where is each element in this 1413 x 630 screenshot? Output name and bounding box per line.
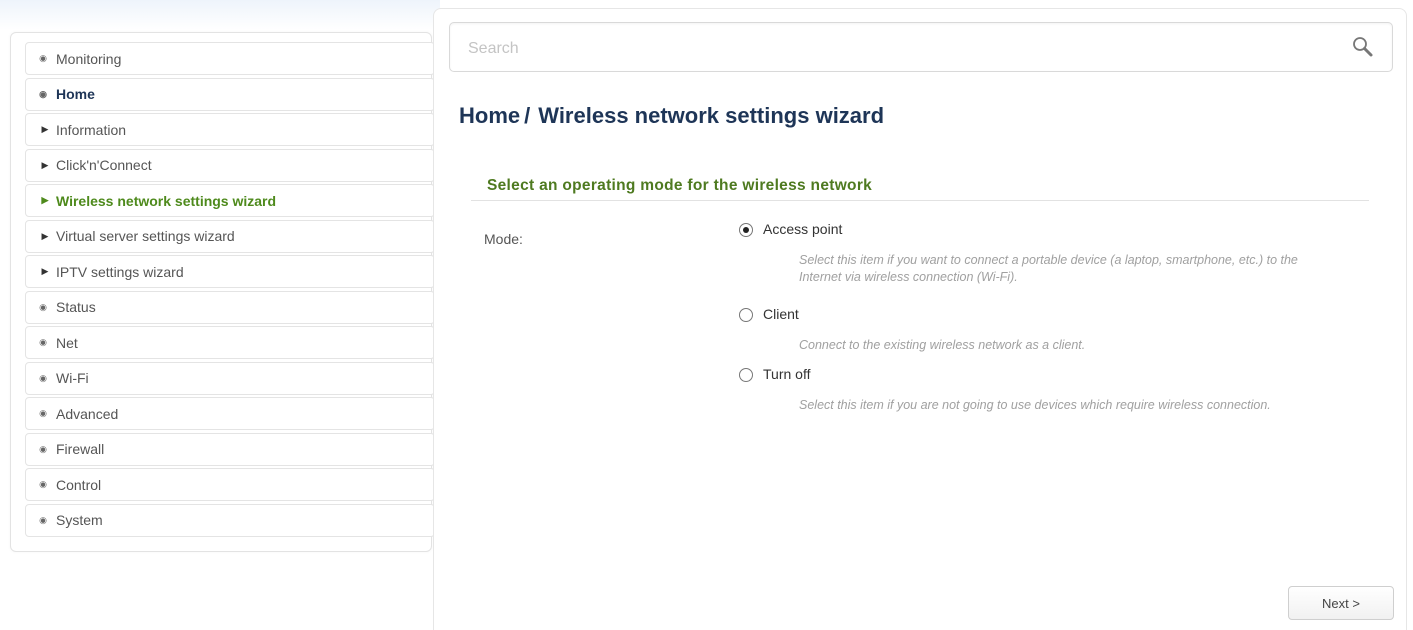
- sidebar-menu: ◉ Monitoring ◉ Home ▶ Information ▶ Clic…: [25, 42, 435, 539]
- sidebar-item-label: Status: [56, 299, 96, 315]
- radio-client[interactable]: [739, 308, 753, 322]
- option-description: Select this item if you are not going to…: [799, 398, 1271, 412]
- sidebar-item-virtual-server-wizard[interactable]: ▶ Virtual server settings wizard: [25, 219, 435, 253]
- option-description: Connect to the existing wireless network…: [799, 338, 1086, 352]
- circle-arrow-right-icon: ◉: [39, 514, 47, 525]
- page-title: Home / Wireless network settings wizard: [459, 103, 884, 129]
- sidebar-item-wireless-wizard[interactable]: ▶ Wireless network settings wizard: [25, 184, 435, 217]
- circle-arrow-right-icon: ◉: [39, 301, 47, 312]
- breadcrumb-root: Home: [459, 103, 521, 128]
- circle-arrow-right-icon: ◉: [39, 443, 47, 454]
- sidebar-item-firewall[interactable]: ◉ Firewall: [25, 432, 435, 466]
- sidebar-item-iptv-wizard[interactable]: ▶ IPTV settings wizard: [25, 255, 435, 288]
- sidebar-item-label: Net: [56, 334, 78, 351]
- sidebar-item-system[interactable]: ◉ System: [25, 503, 435, 537]
- option-label[interactable]: Client: [763, 306, 799, 322]
- sidebar-item-information[interactable]: ▶ Information: [25, 113, 435, 146]
- sidebar-item-label: Information: [56, 121, 127, 138]
- sidebar-item-clicknconnect[interactable]: ▶ Click'n'Connect: [25, 148, 435, 182]
- option-description: Select this item if you want to connect …: [799, 253, 1298, 284]
- sidebar-item-home[interactable]: ◉ Home: [25, 77, 435, 111]
- triangle-right-icon: ▶: [41, 195, 49, 205]
- sidebar-item-control[interactable]: ◉ Control: [25, 468, 435, 501]
- breadcrumb-separator: /: [524, 103, 531, 128]
- sidebar-item-monitoring[interactable]: ◉ Monitoring: [25, 42, 435, 75]
- radio-access-point[interactable]: [739, 223, 753, 237]
- circle-arrow-right-icon: ◉: [39, 53, 47, 63]
- triangle-right-icon: ▶: [41, 230, 49, 241]
- option-label[interactable]: Access point: [763, 221, 842, 237]
- radio-turn-off[interactable]: [739, 368, 753, 382]
- mode-label: Mode:: [484, 231, 523, 247]
- sidebar-item-label: Advanced: [56, 405, 119, 422]
- circle-arrow-right-icon: ◉: [39, 372, 47, 383]
- search-input[interactable]: [466, 35, 1330, 63]
- sidebar-item-label: Wi-Fi: [56, 370, 89, 386]
- sidebar-item-label: Firewall: [56, 441, 105, 457]
- search-icon[interactable]: [1352, 36, 1374, 58]
- search-box: [449, 22, 1393, 72]
- circle-arrow-right-icon: ◉: [39, 337, 47, 347]
- sidebar-item-advanced[interactable]: ◉ Advanced: [25, 397, 435, 430]
- sidebar-item-label: Wireless network settings wizard: [56, 192, 277, 209]
- sidebar-item-status[interactable]: ◉ Status: [25, 290, 435, 324]
- main-panel: Home/ Wireless network settings wizard Se…: [433, 8, 1407, 630]
- sidebar-item-net[interactable]: ◉ Net: [25, 326, 435, 359]
- section-divider: [471, 200, 1369, 201]
- sidebar-item-wifi[interactable]: ◉ Wi-Fi: [25, 361, 435, 395]
- sidebar-item-label: IPTV settings wizard: [56, 263, 184, 280]
- sidebar-item-label: System: [56, 512, 103, 528]
- sidebar: ◉ Monitoring ◉ Home ▶ Information ▶ Clic…: [10, 32, 435, 552]
- triangle-right-icon: ▶: [41, 266, 49, 276]
- section-title: Select an operating mode for the wireles…: [487, 177, 873, 194]
- sidebar-item-label: Virtual server settings wizard: [56, 228, 235, 244]
- header-strip: [0, 0, 440, 30]
- triangle-right-icon: ▶: [41, 124, 49, 134]
- breadcrumb-current: Wireless network settings wizard: [538, 103, 885, 128]
- sidebar-item-label: Home: [56, 86, 95, 102]
- sidebar-item-label: Click'n'Connect: [56, 157, 152, 173]
- circle-arrow-right-icon: ◉: [39, 479, 47, 489]
- option-label[interactable]: Turn off: [763, 366, 810, 382]
- circle-arrow-down-icon: ◉: [39, 88, 47, 99]
- sidebar-item-label: Monitoring: [56, 50, 122, 67]
- sidebar-item-label: Control: [56, 476, 102, 493]
- triangle-right-icon: ▶: [41, 159, 49, 170]
- next-button[interactable]: Next >: [1288, 586, 1394, 620]
- circle-arrow-right-icon: ◉: [39, 408, 47, 418]
